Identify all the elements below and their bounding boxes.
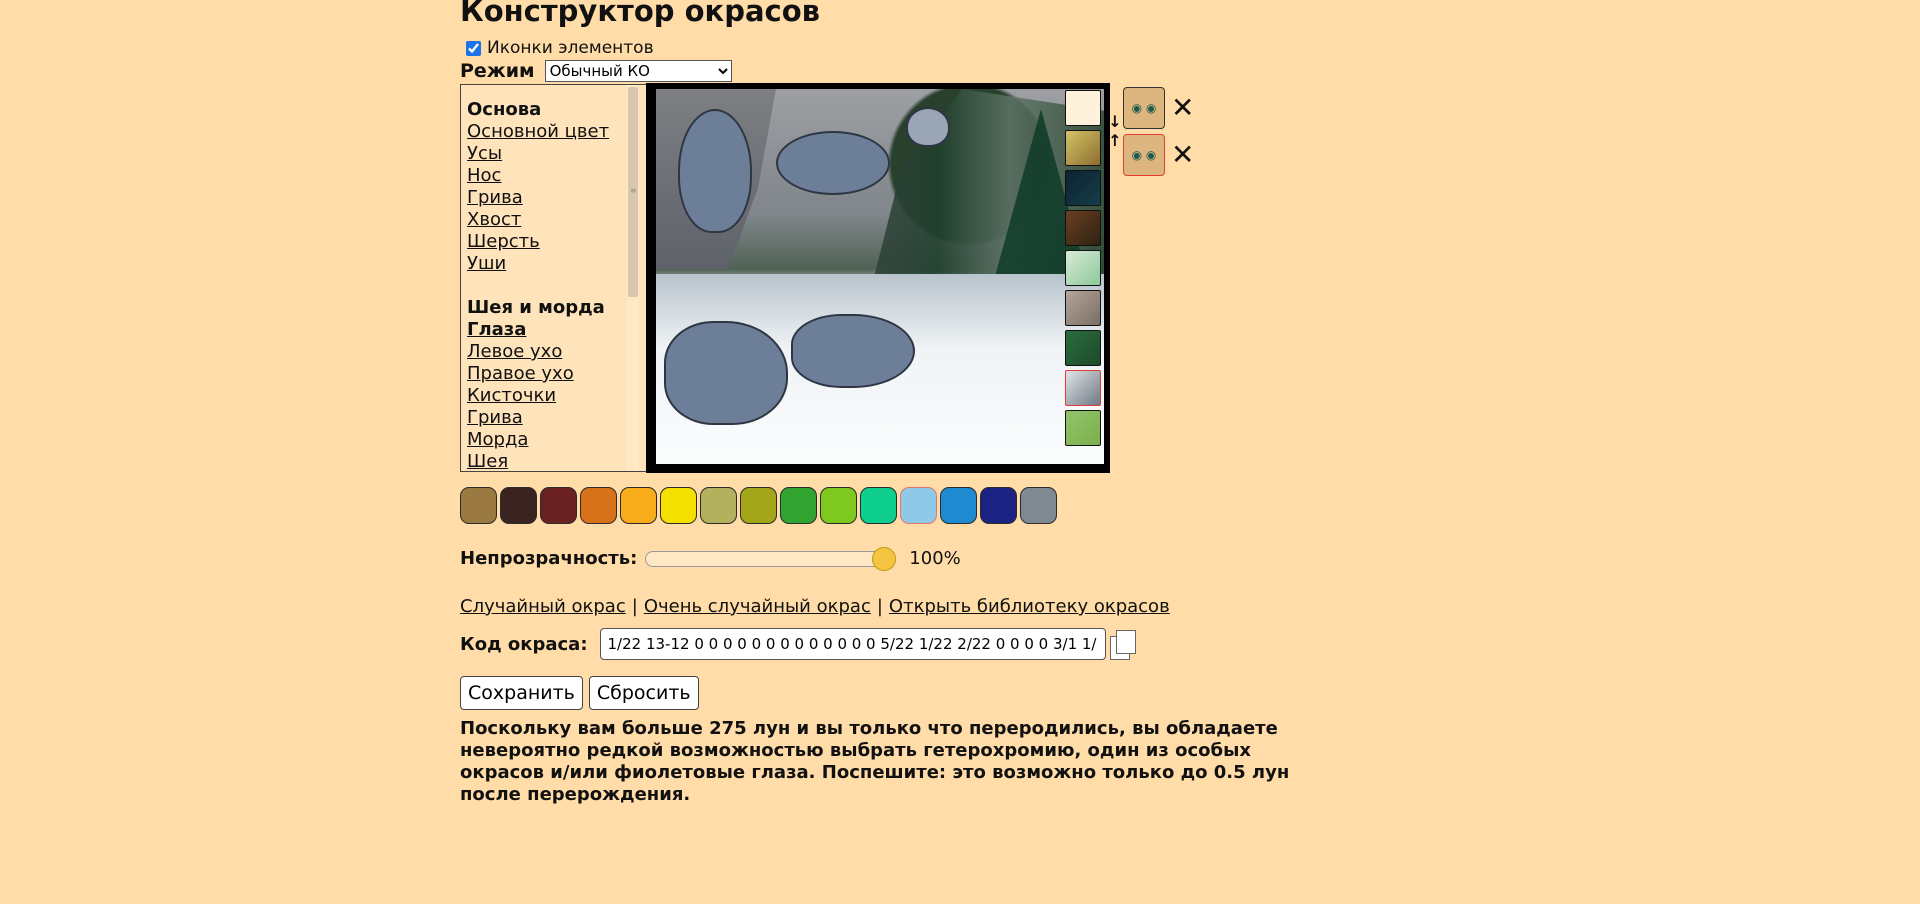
very-random-color-link[interactable]: Очень случайный окрас xyxy=(644,596,871,617)
color-swatch[interactable] xyxy=(580,487,617,524)
menu-item-mane-2[interactable]: Грива xyxy=(467,407,647,429)
cat-figure xyxy=(906,107,950,147)
opacity-slider[interactable] xyxy=(645,546,897,571)
menu-item-fur[interactable]: Шерсть xyxy=(467,231,647,253)
menu-item-left-ear[interactable]: Левое ухо xyxy=(467,341,647,363)
opacity-slider-thumb[interactable] xyxy=(872,546,897,571)
link-separator: | xyxy=(876,596,883,617)
remove-layer-icon[interactable]: ✕ xyxy=(1171,94,1194,122)
preview-canvas xyxy=(646,83,1110,473)
layer-row: ↑ ◉ ◉ ✕ xyxy=(1108,133,1194,176)
background-thumb-light-green-meadow[interactable] xyxy=(1065,250,1101,286)
menu-item-mane[interactable]: Грива xyxy=(467,187,647,209)
opacity-label: Непрозрачность: xyxy=(460,548,638,569)
background-thumb-snowy-forest[interactable] xyxy=(1065,370,1101,406)
random-color-link[interactable]: Случайный окрас xyxy=(460,596,626,617)
page-title: Конструктор окрасов xyxy=(460,0,820,28)
mode-label: Режим xyxy=(460,60,535,82)
background-thumb-cream[interactable] xyxy=(1065,90,1101,126)
menu-group-title: Основа xyxy=(467,99,542,120)
opacity-control: Непрозрачность: 100% xyxy=(460,546,961,571)
color-swatch[interactable] xyxy=(860,487,897,524)
menu-item-nose[interactable]: Нос xyxy=(467,165,647,187)
icons-checkbox[interactable] xyxy=(466,40,481,56)
element-menu[interactable]: Основа Основной цвет Усы Нос Грива Хвост… xyxy=(460,84,648,472)
icons-toggle-row: Иконки элементов xyxy=(466,38,654,58)
color-swatch[interactable] xyxy=(620,487,657,524)
background-thumb-stone[interactable] xyxy=(1065,290,1101,326)
menu-spacer xyxy=(467,275,647,297)
color-swatch[interactable] xyxy=(940,487,977,524)
color-swatch[interactable] xyxy=(980,487,1017,524)
cat-figure xyxy=(664,321,788,425)
save-button[interactable]: Сохранить xyxy=(460,676,583,710)
eyes-layer-thumb[interactable]: ◉ ◉ xyxy=(1123,87,1165,129)
color-palette xyxy=(460,487,1057,524)
menu-item-muzzle[interactable]: Морда xyxy=(467,429,647,451)
rebirth-notice: Поскольку вам больше 275 лун и вы только… xyxy=(460,718,1290,805)
color-swatch[interactable] xyxy=(780,487,817,524)
cat-figure xyxy=(776,131,890,195)
menu-scrollbar[interactable]: ≡ xyxy=(627,85,639,471)
background-thumb-brown-forest[interactable] xyxy=(1065,210,1101,246)
background-thumb-green-forest[interactable] xyxy=(1065,330,1101,366)
color-swatch[interactable] xyxy=(1020,487,1057,524)
mode-row: Режим Обычный КО xyxy=(460,60,732,82)
menu-item-tail[interactable]: Хвост xyxy=(467,209,647,231)
menu-item-main-color[interactable]: Основной цвет xyxy=(467,121,647,143)
action-buttons: Сохранить Сбросить xyxy=(460,676,699,710)
copy-icon[interactable] xyxy=(1109,630,1136,660)
preview-scene xyxy=(656,89,1104,464)
menu-item-eyes[interactable]: Глаза xyxy=(467,319,647,341)
background-thumb-dark-water[interactable] xyxy=(1065,170,1101,206)
menu-item-neck[interactable]: Шея xyxy=(467,451,647,471)
menu-item-right-ear[interactable]: Правое ухо xyxy=(467,363,647,385)
menu-item-tufts[interactable]: Кисточки xyxy=(467,385,647,407)
menu-item-whiskers[interactable]: Усы xyxy=(467,143,647,165)
remove-layer-icon[interactable]: ✕ xyxy=(1171,141,1194,169)
open-library-link[interactable]: Открыть библиотеку окрасов xyxy=(889,596,1170,617)
menu-scrollbar-thumb[interactable]: ≡ xyxy=(628,87,638,297)
menu-item-ears[interactable]: Уши xyxy=(467,253,647,275)
layer-row: ↓ ◉ ◉ ✕ xyxy=(1108,86,1194,130)
background-thumb-golden-meadow[interactable] xyxy=(1065,130,1101,166)
move-down-icon[interactable]: ↓ xyxy=(1108,114,1122,130)
color-code-label: Код окраса: xyxy=(460,633,588,655)
color-swatch[interactable] xyxy=(740,487,777,524)
cat-figure xyxy=(678,109,752,233)
color-swatch[interactable] xyxy=(660,487,697,524)
link-separator: | xyxy=(631,596,638,617)
reset-button[interactable]: Сбросить xyxy=(588,676,699,710)
color-links: Случайный окрас | Очень случайный окрас … xyxy=(460,596,1170,617)
opacity-value: 100% xyxy=(909,548,961,569)
color-swatch[interactable] xyxy=(900,487,937,524)
color-code-row: Код окраса: xyxy=(460,628,1136,660)
move-up-icon[interactable]: ↑ xyxy=(1108,133,1122,149)
color-code-input[interactable] xyxy=(599,628,1106,660)
background-thumbnails xyxy=(1065,90,1103,450)
color-swatch[interactable] xyxy=(500,487,537,524)
icons-checkbox-label[interactable]: Иконки элементов xyxy=(487,38,654,58)
color-swatch[interactable] xyxy=(700,487,737,524)
menu-group-title: Шея и морда xyxy=(467,297,605,318)
color-swatch[interactable] xyxy=(460,487,497,524)
color-swatch[interactable] xyxy=(820,487,857,524)
mode-select[interactable]: Обычный КО xyxy=(544,60,732,82)
color-swatch[interactable] xyxy=(540,487,577,524)
cat-figure xyxy=(791,314,915,388)
eyes-layer-thumb-selected[interactable]: ◉ ◉ xyxy=(1123,134,1165,176)
background-thumb-grass[interactable] xyxy=(1065,410,1101,446)
